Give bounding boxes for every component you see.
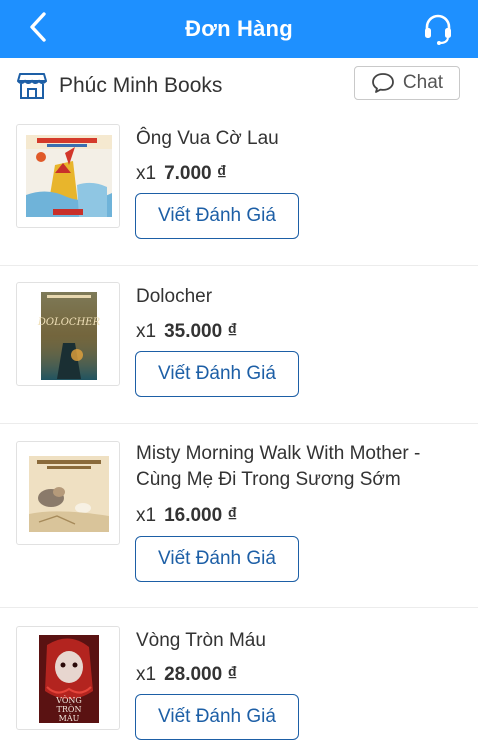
- book-cover-image: [26, 135, 112, 217]
- svg-text:MÁU: MÁU: [59, 714, 80, 723]
- item-divider: [0, 423, 478, 424]
- write-review-button[interactable]: Viết Đánh Giá: [135, 536, 299, 582]
- product-name[interactable]: Misty Morning Walk With Mother - Cùng Mẹ…: [136, 441, 456, 493]
- back-button[interactable]: [22, 9, 58, 45]
- product-quantity-price: x1 7.000 ₫: [136, 163, 227, 185]
- product-price: 7.000 ₫: [164, 163, 227, 184]
- product-thumbnail[interactable]: DOLOCHER: [16, 282, 120, 386]
- product-quantity-price: x1 35.000 ₫: [136, 321, 237, 343]
- chat-bubble-icon: [372, 73, 394, 93]
- product-name[interactable]: Vòng Tròn Máu: [136, 628, 456, 654]
- product-thumbnail[interactable]: VÒNG TRÒN MÁU: [16, 626, 120, 730]
- product-thumbnail[interactable]: [16, 441, 120, 545]
- chat-button[interactable]: Chat: [354, 66, 460, 100]
- product-quantity-price: x1 16.000 ₫: [136, 505, 237, 527]
- product-price: 35.000 ₫: [164, 321, 238, 342]
- svg-text:VÒNG: VÒNG: [55, 696, 82, 705]
- write-review-button[interactable]: Viết Đánh Giá: [135, 193, 299, 239]
- book-cover-image: [29, 456, 109, 532]
- product-quantity: x1: [136, 505, 157, 526]
- product-quantity: x1: [136, 163, 157, 184]
- product-thumbnail[interactable]: [16, 124, 120, 228]
- support-button[interactable]: [418, 8, 458, 48]
- headset-icon: [425, 14, 451, 45]
- chevron-left-icon: [30, 12, 46, 42]
- product-quantity: x1: [136, 321, 157, 342]
- shop-name[interactable]: Phúc Minh Books: [59, 74, 222, 98]
- book-cover-image: VÒNG TRÒN MÁU: [39, 635, 99, 723]
- item-divider: [0, 607, 478, 608]
- book-cover-image: DOLOCHER: [37, 292, 101, 380]
- product-name[interactable]: Ông Vua Cờ Lau: [136, 126, 456, 152]
- product-price: 28.000 ₫: [164, 664, 238, 685]
- page-title: Đơn Hàng: [185, 16, 293, 41]
- svg-text:DOLOCHER: DOLOCHER: [37, 317, 101, 328]
- svg-text:TRÒN: TRÒN: [57, 705, 82, 714]
- write-review-button[interactable]: Viết Đánh Giá: [135, 694, 299, 740]
- shop-header: Phúc Minh Books Chat: [0, 58, 478, 114]
- product-name[interactable]: Dolocher: [136, 284, 456, 310]
- write-review-button[interactable]: Viết Đánh Giá: [135, 351, 299, 397]
- chat-label: Chat: [402, 72, 444, 93]
- product-quantity: x1: [136, 664, 157, 685]
- store-icon: [17, 73, 47, 99]
- product-quantity-price: x1 28.000 ₫: [136, 664, 237, 686]
- item-divider: [0, 265, 478, 266]
- product-price: 16.000 ₫: [164, 505, 238, 526]
- top-app-bar: Đơn Hàng: [0, 0, 478, 58]
